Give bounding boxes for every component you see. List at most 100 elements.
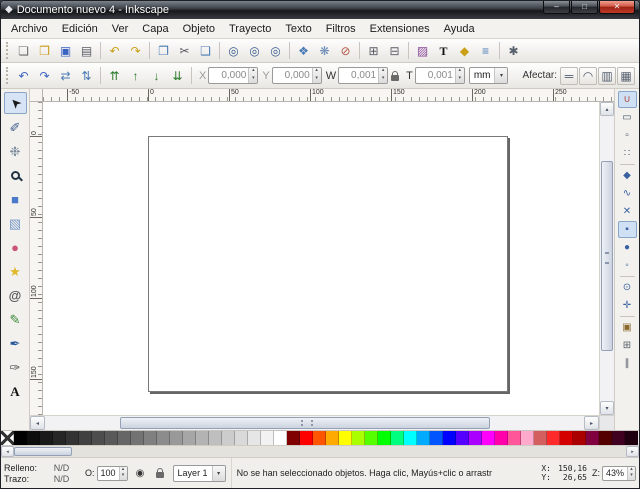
page[interactable] <box>148 136 508 392</box>
vertical-scrollbar[interactable]: ▴ ▾ <box>599 102 614 415</box>
layer-visibility-eye-icon[interactable]: ◉ <box>133 466 148 481</box>
zoom-selection-button[interactable]: ◎ <box>223 40 244 61</box>
palette-scrollbar[interactable]: ◂ ▸ <box>1 445 639 457</box>
menu-item-objeto[interactable]: Objeto <box>176 21 222 37</box>
snap-toggle-button[interactable]: ∪ <box>618 91 637 108</box>
menu-item-capa[interactable]: Capa <box>135 21 175 37</box>
w-input[interactable]: 0,001▴▾ <box>338 67 388 84</box>
snap-midpoints-button[interactable]: ◦ <box>618 257 637 274</box>
pencil-tool[interactable]: ✎ <box>4 308 27 330</box>
flip-horizontal-button[interactable]: ⇄ <box>55 65 76 86</box>
color-swatch[interactable] <box>495 431 508 445</box>
maximize-button[interactable]: □ <box>571 1 598 14</box>
spin-down-button[interactable]: ▾ <box>379 76 387 84</box>
minimize-button[interactable]: – <box>543 1 570 14</box>
raise-to-top-button[interactable]: ⇈ <box>104 65 125 86</box>
color-swatch[interactable] <box>27 431 40 445</box>
xml-editor-button[interactable]: ◆ <box>454 40 475 61</box>
canvas[interactable] <box>43 102 599 415</box>
copy-button[interactable]: ❐ <box>153 40 174 61</box>
color-swatch[interactable] <box>599 431 612 445</box>
color-swatch[interactable] <box>92 431 105 445</box>
color-swatch[interactable] <box>170 431 183 445</box>
fill-stroke-indicator[interactable]: Relleno: N/D Trazo: N/D <box>4 463 80 484</box>
layer-lock-icon[interactable] <box>153 466 168 481</box>
spiral-tool[interactable]: @ <box>4 284 27 306</box>
palette-scroll-right-button[interactable]: ▸ <box>626 446 639 457</box>
snap-intersections-button[interactable]: ✕ <box>618 203 637 220</box>
snap-page-border-button[interactable]: ▣ <box>618 319 637 336</box>
color-swatch[interactable] <box>274 431 287 445</box>
create-clone-button[interactable]: ❋ <box>314 40 335 61</box>
ungroup-button[interactable]: ⊟ <box>384 40 405 61</box>
spin-down-button[interactable]: ▾ <box>313 76 321 84</box>
zoom-input[interactable]: 43% ▴▾ <box>602 466 636 481</box>
affect-patterns-toggle[interactable]: ▦ <box>617 67 635 85</box>
color-swatch[interactable] <box>248 431 261 445</box>
affect-stroke-toggle[interactable]: ═ <box>560 67 578 85</box>
color-swatch[interactable] <box>313 431 326 445</box>
palette-scroll-track[interactable] <box>14 446 626 457</box>
spin-down-button[interactable]: ▾ <box>249 76 257 84</box>
snap-grid-button[interactable]: ⊞ <box>618 337 637 354</box>
color-swatch[interactable] <box>300 431 313 445</box>
rotate-ccw-button[interactable]: ↶ <box>13 65 34 86</box>
color-swatch[interactable] <box>144 431 157 445</box>
paste-button[interactable]: ❑ <box>195 40 216 61</box>
menu-item-extensiones[interactable]: Extensiones <box>363 21 437 37</box>
color-swatch[interactable] <box>66 431 79 445</box>
zoom-tool[interactable] <box>4 164 27 186</box>
snap-rotation-center-button[interactable]: ✛ <box>618 297 637 314</box>
color-swatch[interactable] <box>404 431 417 445</box>
align-dialog-button[interactable]: ≡ <box>475 40 496 61</box>
lower-to-bottom-button[interactable]: ⇊ <box>167 65 188 86</box>
unlink-clone-button[interactable]: ⊘ <box>335 40 356 61</box>
text-dialog-button[interactable]: T <box>433 40 454 61</box>
color-swatch[interactable] <box>287 431 300 445</box>
units-dropdown[interactable]: mm ▾ <box>469 67 509 84</box>
color-swatch[interactable] <box>53 431 66 445</box>
color-swatch[interactable] <box>365 431 378 445</box>
color-swatch[interactable] <box>586 431 599 445</box>
rectangle-tool[interactable]: ■ <box>4 188 27 210</box>
lower-button[interactable]: ↓ <box>146 65 167 86</box>
color-swatch[interactable] <box>209 431 222 445</box>
color-swatch[interactable] <box>443 431 456 445</box>
color-swatch[interactable] <box>612 431 625 445</box>
close-button[interactable]: ✕ <box>599 1 635 14</box>
color-swatch[interactable] <box>14 431 27 445</box>
color-swatch[interactable] <box>534 431 547 445</box>
snap-smooth-nodes-button[interactable]: ● <box>618 239 637 256</box>
chevron-down-icon[interactable]: ▾ <box>212 466 225 481</box>
color-swatch[interactable] <box>157 431 170 445</box>
color-swatch[interactable] <box>547 431 560 445</box>
snap-paths-button[interactable]: ∿ <box>618 185 637 202</box>
menu-item-edicion[interactable]: Edición <box>55 21 105 37</box>
color-swatch[interactable] <box>508 431 521 445</box>
star-tool[interactable]: ★ <box>4 260 27 282</box>
scroll-up-button[interactable]: ▴ <box>600 102 614 116</box>
titlebar[interactable]: ◆ Documento nuevo 4 - Inkscape – □ ✕ <box>1 1 639 19</box>
color-swatch[interactable] <box>417 431 430 445</box>
vertical-ruler[interactable]: 050100150 <box>30 102 43 415</box>
color-swatch[interactable] <box>131 431 144 445</box>
snap-object-centers-button[interactable]: ⊙ <box>618 279 637 296</box>
open-document-button[interactable]: ❒ <box>34 40 55 61</box>
color-swatch[interactable] <box>430 431 443 445</box>
color-swatch[interactable] <box>625 431 638 445</box>
color-swatch[interactable] <box>456 431 469 445</box>
pen-tool[interactable]: ✒ <box>4 332 27 354</box>
color-swatch[interactable] <box>196 431 209 445</box>
rotate-cw-button[interactable]: ↷ <box>34 65 55 86</box>
menu-item-archivo[interactable]: Archivo <box>4 21 55 37</box>
palette-scroll-left-button[interactable]: ◂ <box>1 446 14 457</box>
menu-item-ver[interactable]: Ver <box>105 21 136 37</box>
print-button[interactable]: ▤ <box>76 40 97 61</box>
undo-button[interactable]: ↶ <box>104 40 125 61</box>
color-swatch[interactable] <box>261 431 274 445</box>
color-swatch[interactable] <box>482 431 495 445</box>
lock-width-height-toggle[interactable] <box>391 71 399 81</box>
scroll-left-button[interactable]: ◂ <box>30 416 45 430</box>
group-button[interactable]: ⊞ <box>363 40 384 61</box>
color-swatch[interactable] <box>235 431 248 445</box>
